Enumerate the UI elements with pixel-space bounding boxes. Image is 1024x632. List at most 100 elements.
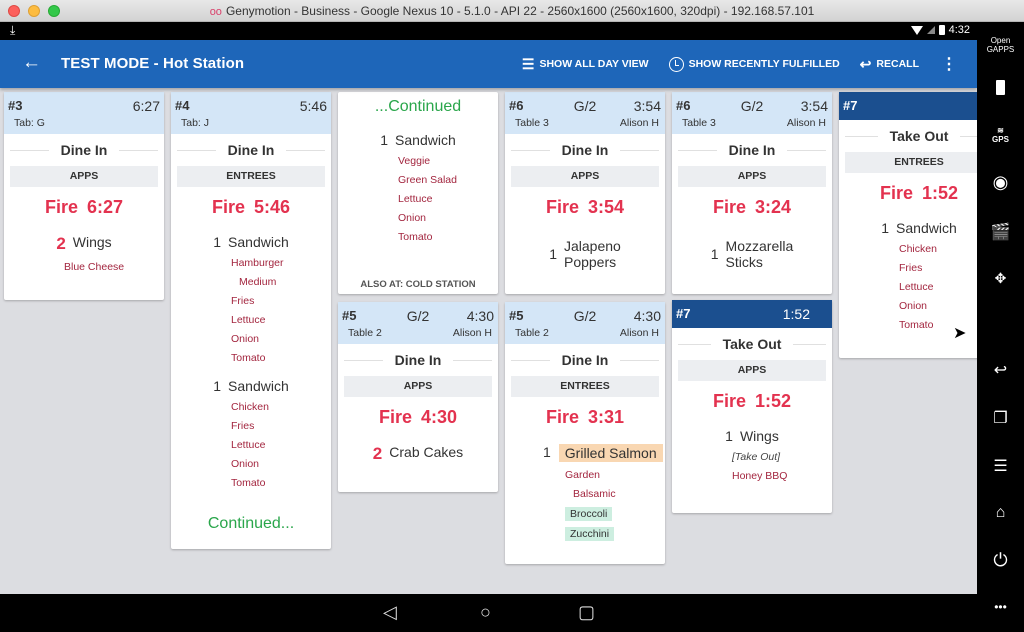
order-type: Dine In [678,142,827,158]
show-recently-fulfilled-button[interactable]: SHOW RECENTLY FULFILLED [668,56,840,72]
screencast-widget-icon[interactable]: 🎬 [977,222,1024,242]
window-title-text: Genymotion - Business - Google Nexus 10 … [225,4,815,18]
order-type: Take Out [678,336,826,352]
power-widget-icon[interactable]: ⏻ [977,550,1024,571]
ticket-number: #7 [843,98,858,113]
home-widget-icon[interactable]: ⌂ [977,504,1024,522]
fire-timer: Fire 6:27 [44,197,124,217]
battery-icon [938,25,945,35]
show-all-day-view-label: SHOW ALL DAY VIEW [539,58,649,70]
server-name: Alison H [786,117,826,129]
item-qty: 1 [213,378,222,394]
ticket-item[interactable]: 2 Crab Cakes [338,444,498,464]
item-modifier: Honey BBQ [732,470,788,482]
recall-button[interactable]: ↩ RECALL [860,56,919,73]
opengapps-button[interactable]: Open GAPPS [977,36,1024,54]
item-modifier-highlighted: Broccoli [565,507,613,521]
show-recently-fulfilled-label: SHOW RECENTLY FULFILLED [688,58,840,70]
ticket[interactable]: #7 1:52 Take Out APPS Fire 1:52 1 Wings … [672,300,832,513]
ticket-timer: 3:54 [800,98,828,114]
ticket-item[interactable]: 2 Wings [4,234,164,254]
course-label: APPS [344,376,492,397]
item-name: Sandwich [228,234,289,250]
item-qty: 1 [543,444,551,460]
ticket[interactable]: #7 1 Take Out ENTREES Fire 1:52 1 Sandwi… [839,92,977,358]
item-modifier: Blue Cheese [64,261,125,273]
webcam-widget-icon[interactable]: ◉ [977,172,1024,193]
server-name: Alison H [619,327,659,339]
app-bar: ← TEST MODE - Hot Station ☰ SHOW ALL DAY… [0,40,977,88]
back-widget-icon[interactable]: ↩ [977,360,1024,380]
ticket-timer: 4:30 [633,308,661,324]
nav-home-icon[interactable]: ○ [480,602,491,623]
fire-timer: Fire 1:52 [712,391,792,411]
ticket-item[interactable]: 1 Grilled Salmon [505,444,665,462]
nav-recents-icon[interactable]: ▢ [578,602,595,623]
ticket-item[interactable]: 1 Sandwich [338,132,498,148]
item-name: Sandwich [395,132,456,148]
item-modifier: Garden [565,469,601,481]
course-label: APPS [678,166,826,187]
item-modifier: Onion [398,212,427,224]
item-modifier: Medium [239,276,277,288]
course-label: APPS [511,166,659,187]
ticket[interactable]: #5 G/2 4:30 Table 2 Alison H Dine In APP… [338,302,498,492]
item-modifier: Fries [231,295,255,307]
order-type: Dine In [344,352,493,368]
item-modifier: Fries [231,420,255,432]
course-label: APPS [678,360,826,381]
nav-back-icon[interactable]: ◁ [383,602,397,623]
gps-widget-icon[interactable]: ≋ GPS [977,126,1024,144]
ticket-item[interactable]: 1 Sandwich [171,234,331,250]
item-name: Sandwich [896,220,957,236]
ticket-item[interactable]: 1 Jalapeno Poppers [505,238,665,270]
item-name: Mozzarella Sticks [725,238,794,270]
ticket[interactable]: #5 G/2 4:30 Table 2 Alison H Dine In ENT… [505,302,665,564]
back-arrow-icon[interactable]: ← [22,52,41,74]
window-title: oo Genymotion - Business - Google Nexus 1… [0,4,1024,18]
clock-icon [668,56,684,72]
fire-timer: Fire 1:52 [879,183,959,203]
order-type: Dine In [511,142,660,158]
fire-timer: Fire 3:24 [712,197,792,217]
ticket-item[interactable]: 1 Sandwich [171,378,331,394]
ticket-item[interactable]: 1 Wings [672,428,832,444]
dpad-widget-icon[interactable]: ✥ [977,270,1024,287]
item-modifier: Lettuce [231,439,266,451]
item-modifier: Veggie [398,155,431,167]
item-qty: 1 [380,132,389,148]
status-time: 4:32 [948,24,970,36]
ticket-tab: Tab: G [14,117,45,129]
ticket-continued[interactable]: ...Continued 1 Sandwich Veggie Green Sal… [338,92,498,294]
item-name: Wings [72,234,112,250]
item-modifier: Lettuce [231,314,266,326]
item-name-highlighted: Grilled Salmon [558,444,663,462]
ticket-item[interactable]: 1 Sandwich [839,220,977,236]
download-icon: ⤓ [10,23,16,37]
genymotion-icon: oo [209,6,222,18]
more-widget-icon[interactable]: ••• [977,600,1024,614]
ticket-item[interactable]: 1 Mozzarella Sticks [672,238,832,270]
ticket[interactable]: #4 5:46 Tab: J Dine In ENTREES Fire 5:46… [171,92,331,549]
battery-widget-icon[interactable] [977,80,1024,100]
course-label: ENTREES [845,152,977,173]
show-all-day-view-button[interactable]: ☰ SHOW ALL DAY VIEW [522,56,649,73]
android-status-bar: ⤓ 4:32 [0,22,977,40]
signal-icon [926,26,935,34]
ticket[interactable]: #6 G/2 3:54 Table 3 Alison H Dine In APP… [672,92,832,294]
table-label: Table 2 [348,327,382,339]
recent-apps-widget-icon[interactable]: ❐ [977,408,1024,428]
ticket[interactable]: #6 G/2 3:54 Table 3 Alison H Dine In APP… [505,92,665,294]
ticket-number: #3 [8,98,23,113]
ticket-timer: 5:46 [299,98,327,114]
ticket[interactable]: #3 6:27 Tab: G Dine In APPS Fire 6:27 2 … [4,92,164,300]
server-name: Alison H [619,117,659,129]
wifi-icon [910,25,923,35]
menu-widget-icon[interactable]: ☰ [977,456,1024,476]
item-modifier: Balsamic [573,488,616,500]
item-note: [Take Out] [732,451,781,463]
item-qty: 1 [213,234,222,250]
item-modifier: Chicken [231,401,269,413]
more-options-icon[interactable]: ⋮ [941,54,957,74]
recall-label: RECALL [876,58,919,70]
